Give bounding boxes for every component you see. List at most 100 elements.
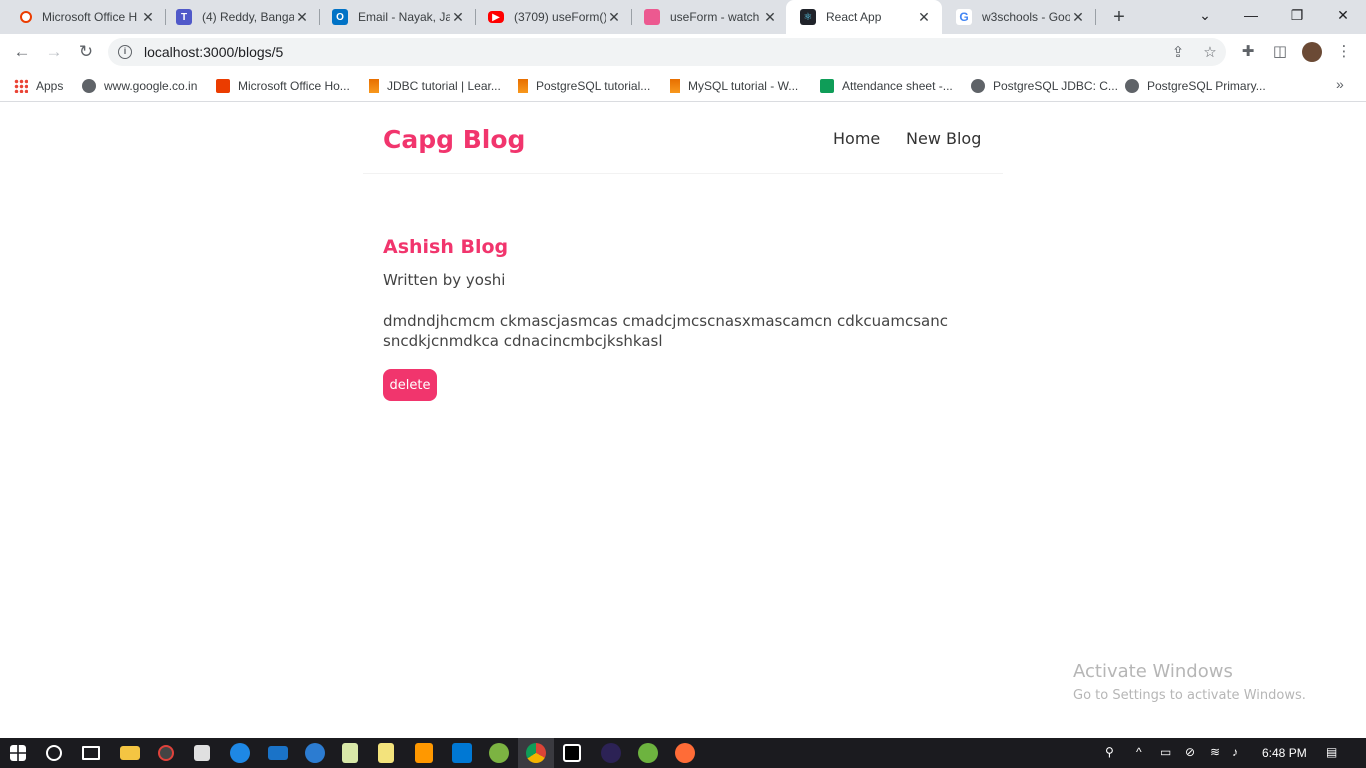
java-icon [369, 79, 379, 93]
network-offline-icon[interactable]: ⊘ [1185, 745, 1195, 759]
tray-chevron-icon[interactable]: ^ [1136, 745, 1142, 759]
bookmark-label: JDBC tutorial | Lear... [387, 79, 501, 93]
bookmark-label: PostgreSQL JDBC: C... [993, 79, 1118, 93]
bookmark-apps[interactable]: Apps [14, 76, 63, 96]
bookmark-label: Microsoft Office Ho... [238, 79, 350, 93]
bookmark-attendance-sheet[interactable]: Attendance sheet -... [820, 76, 953, 96]
blog-author: Written by yoshi [383, 271, 506, 289]
delete-button[interactable]: delete [383, 369, 437, 401]
tab-outlook-email[interactable]: O Email - Nayak, Ja ✕ [318, 0, 476, 34]
bookmark-jdbc-tutorial[interactable]: JDBC tutorial | Lear... [369, 76, 501, 96]
chrome-icon [526, 743, 546, 763]
tab-title: Microsoft Office H [42, 10, 138, 24]
tab-useform-docs[interactable]: useForm - watch ✕ [630, 0, 788, 34]
globe-icon [1125, 79, 1139, 93]
battery-icon[interactable]: ▭ [1160, 745, 1171, 759]
google-icon: G [956, 9, 972, 25]
bookmark-label: Apps [36, 79, 64, 93]
close-icon[interactable]: ✕ [762, 9, 778, 26]
bookmark-google[interactable]: www.google.co.in [82, 76, 197, 96]
url-text[interactable]: localhost:3000/blogs/5 [144, 44, 1162, 60]
tab-title: useForm - watch [670, 10, 760, 24]
volume-icon[interactable]: ♪ [1232, 745, 1238, 759]
close-icon[interactable]: ✕ [450, 9, 466, 26]
tab-microsoft-office[interactable]: Microsoft Office H ✕ [6, 0, 166, 34]
forward-arrow-icon[interactable]: → [42, 41, 66, 63]
share-icon[interactable]: ⇪ [1162, 43, 1194, 61]
close-window-button[interactable]: ✕ [1320, 0, 1366, 30]
search-icon[interactable] [46, 745, 62, 761]
mail-icon[interactable] [268, 746, 288, 760]
sheets-icon [820, 79, 834, 93]
close-icon[interactable]: ✕ [606, 9, 622, 26]
tab-search-chevron-icon[interactable]: ⌄ [1182, 0, 1228, 30]
watermark-title: Activate Windows [1073, 661, 1233, 682]
tab-title: w3schools - Goo [982, 10, 1070, 24]
side-panel-icon[interactable]: ◫ [1268, 41, 1292, 63]
java-icon [670, 79, 680, 93]
watermark-subtitle: Go to Settings to activate Windows. [1073, 688, 1306, 703]
tab-teams[interactable]: T (4) Reddy, Bangar ✕ [162, 0, 320, 34]
site-brand: Capg Blog [383, 125, 526, 154]
store-icon[interactable] [194, 745, 210, 761]
network-tool-icon[interactable] [305, 743, 325, 763]
extensions-puzzle-icon[interactable]: ✚ [1236, 41, 1260, 63]
close-icon[interactable]: ✕ [294, 9, 310, 26]
app-icon[interactable] [489, 743, 509, 763]
postman-icon[interactable] [675, 743, 695, 763]
notepad-icon[interactable] [342, 743, 358, 763]
intellij-icon[interactable] [563, 744, 581, 762]
tab-title: (4) Reddy, Bangar [202, 10, 294, 24]
java-icon [518, 79, 528, 93]
page-viewport: Capg Blog Home New Blog Ashish Blog Writ… [0, 103, 1366, 738]
react-hook-form-icon [644, 9, 660, 25]
address-bar[interactable]: i localhost:3000/blogs/5 ⇪ ☆ [108, 38, 1226, 66]
tab-youtube[interactable]: ▶ (3709) useForm() ✕ [474, 0, 632, 34]
bookmarks-overflow-icon[interactable]: » [1336, 76, 1344, 92]
wifi-icon[interactable]: ≋ [1210, 745, 1220, 759]
notifications-icon[interactable]: ▤ [1326, 745, 1337, 759]
minimize-button[interactable]: — [1228, 0, 1274, 30]
reload-icon[interactable]: ↻ [74, 41, 98, 63]
back-arrow-icon[interactable]: ← [10, 41, 34, 63]
bookmark-microsoft-office[interactable]: Microsoft Office Ho... [216, 76, 350, 96]
edge-icon[interactable] [230, 743, 250, 763]
notes-icon[interactable] [378, 743, 394, 763]
youtube-icon: ▶ [488, 11, 504, 23]
bookmark-star-icon[interactable]: ☆ [1194, 43, 1226, 61]
windows-start-icon[interactable] [10, 745, 26, 761]
restore-button[interactable]: ❐ [1274, 0, 1320, 30]
nav-new-blog-link[interactable]: New Blog [906, 129, 981, 148]
sublime-text-icon[interactable] [415, 743, 433, 763]
bookmark-postgresql-jdbc[interactable]: PostgreSQL JDBC: C... [971, 76, 1118, 96]
taskbar-clock[interactable]: 6:48 PM [1262, 746, 1307, 760]
nav-home-link[interactable]: Home [833, 129, 880, 148]
bookmark-postgresql-primary[interactable]: PostgreSQL Primary... [1125, 76, 1266, 96]
file-explorer-icon[interactable] [120, 746, 140, 760]
eclipse-icon[interactable] [601, 743, 621, 763]
media-player-icon[interactable] [158, 745, 174, 761]
teams-icon: T [176, 9, 192, 25]
bookmark-mysql-tutorial[interactable]: MySQL tutorial - W... [670, 76, 798, 96]
close-icon[interactable]: ✕ [140, 9, 156, 26]
bookmark-postgresql-tutorial[interactable]: PostgreSQL tutorial... [518, 76, 650, 96]
bookmark-label: MySQL tutorial - W... [688, 79, 799, 93]
windows-taskbar: ⚲ ^ ▭ ⊘ ≋ ♪ 6:48 PM ▤ [0, 738, 1366, 768]
close-icon[interactable]: ✕ [916, 9, 932, 26]
apps-grid-icon [14, 79, 28, 93]
tab-react-app[interactable]: ⚛ React App ✕ [786, 0, 942, 34]
info-icon[interactable]: i [118, 45, 132, 59]
react-icon: ⚛ [800, 9, 816, 25]
tab-w3schools-google[interactable]: G w3schools - Goo ✕ [942, 0, 1096, 34]
people-icon[interactable]: ⚲ [1105, 745, 1114, 759]
windows-activation-watermark: Activate Windows Go to Settings to activ… [1073, 661, 1306, 703]
task-view-icon[interactable] [82, 746, 100, 760]
globe-icon [82, 79, 96, 93]
close-icon[interactable]: ✕ [1070, 9, 1086, 26]
new-tab-button[interactable]: + [1108, 6, 1130, 28]
menu-kebab-icon[interactable]: ⋮ [1332, 41, 1356, 63]
spring-tool-icon[interactable] [638, 743, 658, 763]
profile-avatar[interactable] [1302, 42, 1322, 62]
office-icon [216, 79, 230, 93]
vscode-icon[interactable] [452, 743, 472, 763]
